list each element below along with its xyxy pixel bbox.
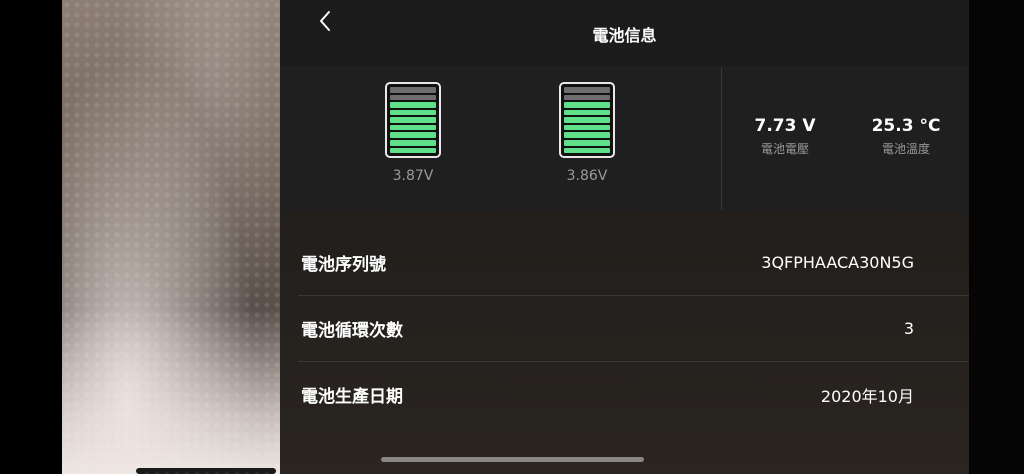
battery-segment-full [564,132,610,138]
battery-segment-full [564,117,610,123]
battery-segment-full [564,124,610,131]
battery-voltage: 7.73 V 電池電壓 [730,116,840,157]
battery-segment-full [390,124,436,131]
header: 電池信息 [280,0,969,66]
camera-preview [62,0,280,474]
production-date-value: 2020年10月 [820,386,914,406]
cycles-value: 3 [903,319,914,338]
battery-voltage-value: 7.73 V [754,116,816,136]
cell-1-voltage: 3.87V [392,168,434,184]
battery-segment-full [390,109,436,116]
battery-segment-full [564,139,610,146]
battery-voltage-label: 電池電壓 [760,142,809,156]
battery-segment-full [564,147,610,154]
production-date-label: 電池生產日期 [301,387,403,407]
list-item-cycles: 電池循環次數 3 [298,296,969,362]
cell-1: 3.87V [381,82,445,184]
battery-segment-full [390,147,436,154]
serial-value: 3QFPHAACA30N5G [761,253,914,272]
page-title: 電池信息 [592,26,657,45]
battery-segment-full [390,102,436,108]
battery-info-panel: 電池信息 3.87V 3.86V 7.73 V 電池電壓 25.3 °C 電池溫… [280,0,969,474]
serial-label: 電池序列號 [301,255,386,275]
home-indicator[interactable] [381,457,644,462]
battery-segment-full [390,117,436,123]
battery-segment-empty [390,87,436,93]
list-item-serial: 電池序列號 3QFPHAACA30N5G [298,230,969,296]
battery-temperature-value: 25.3 °C [871,116,941,136]
battery-segment-full [390,139,436,146]
screen: 電池信息 3.87V 3.86V 7.73 V 電池電壓 25.3 °C 電池溫… [0,0,1024,474]
battery-segment-empty [564,94,610,101]
list-item-production-date: 電池生產日期 2020年10月 [298,362,969,427]
divider [721,68,722,210]
cell-2-voltage: 3.86V [566,168,608,184]
cycles-label: 電池循環次數 [301,321,403,341]
battery-temperature: 25.3 °C 電池溫度 [851,116,961,157]
battery-segment-full [564,102,610,108]
battery-segment-full [390,132,436,138]
right-edge [969,0,1024,474]
cell-2: 3.86V [555,82,619,184]
preview-bar [136,468,276,474]
battery-status: 3.87V 3.86V 7.73 V 電池電壓 25.3 °C 電池溫度 [280,66,969,212]
battery-temperature-label: 電池溫度 [881,142,930,156]
battery-cell-icon [559,82,615,158]
battery-segment-full [564,109,610,116]
battery-segment-empty [564,87,610,93]
info-list: 電池序列號 3QFPHAACA30N5G 電池循環次數 3 電池生產日期 202… [280,230,969,427]
battery-cell-icon [385,82,441,158]
battery-segment-empty [390,94,436,101]
